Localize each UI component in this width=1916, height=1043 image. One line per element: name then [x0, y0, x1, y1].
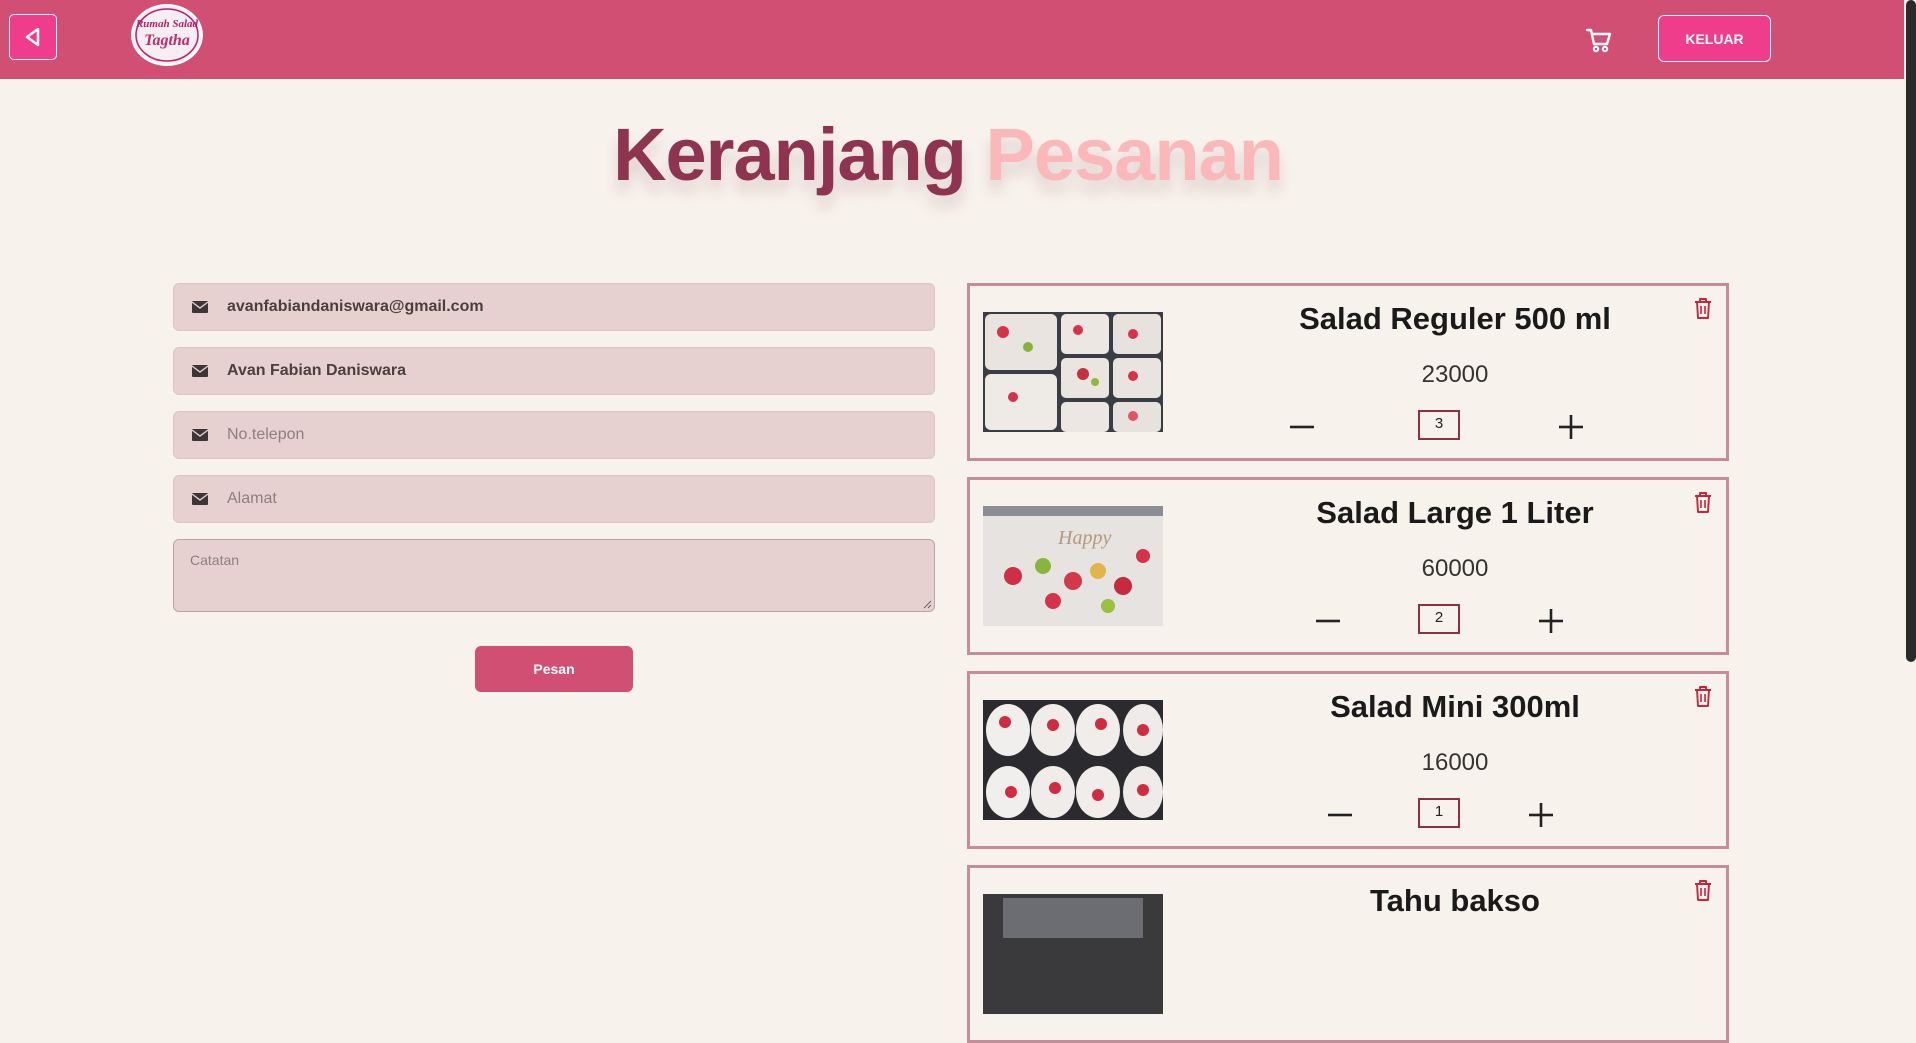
cart-icon[interactable] [1584, 25, 1614, 55]
quantity-field[interactable]: 2 [1418, 604, 1460, 634]
product-name: Salad Mini 300ml [1330, 689, 1580, 724]
product-image [983, 894, 1163, 1014]
top-navbar: Rumah Salad Tagtha KELUAR [0, 0, 1916, 79]
cart-item: Tahu bakso [967, 865, 1729, 1043]
envelope-icon [191, 301, 209, 313]
address-field[interactable]: Alamat [173, 475, 935, 523]
increase-qty-button[interactable] [1526, 800, 1556, 830]
page-title-accent: Pesanan [985, 113, 1284, 196]
name-value: Avan Fabian Daniswara [227, 362, 407, 379]
cart-item: Salad Reguler 500 ml 23000 3 [967, 283, 1729, 461]
cart-item: Salad Mini 300ml 16000 1 [967, 671, 1729, 849]
cart-item: Happy Salad Large 1 Liter 60000 2 [967, 477, 1729, 655]
quantity-field[interactable]: 3 [1418, 410, 1460, 440]
notes-placeholder: Catatan [190, 552, 240, 568]
decrease-qty-button[interactable] [1325, 800, 1355, 830]
envelope-icon [191, 493, 209, 505]
scrollbar-thumb[interactable] [1906, 0, 1916, 662]
resize-grip-icon[interactable] [922, 599, 932, 609]
decrease-qty-button[interactable] [1313, 606, 1343, 636]
product-price: 16000 [1421, 749, 1489, 776]
email-value: avanfabiandaniswara@gmail.com [227, 298, 484, 315]
product-name: Salad Reguler 500 ml [1299, 301, 1611, 336]
trash-icon[interactable] [1692, 878, 1714, 902]
product-price: 60000 [1421, 555, 1489, 582]
svg-text:Rumah Salad: Rumah Salad [135, 18, 199, 30]
notes-textarea[interactable]: Catatan [173, 539, 935, 612]
minus-icon [1328, 813, 1352, 817]
minus-icon [1316, 619, 1340, 623]
quantity-field[interactable]: 1 [1418, 798, 1460, 828]
minus-icon [1290, 425, 1314, 429]
email-field[interactable]: avanfabiandaniswara@gmail.com [173, 283, 935, 331]
page-title: Keranjang Pesanan [0, 112, 1896, 197]
product-image [983, 700, 1163, 820]
plus-icon [1559, 415, 1583, 439]
svg-text:Tagtha: Tagtha [144, 32, 190, 49]
plus-icon [1539, 609, 1563, 633]
name-field[interactable]: Avan Fabian Daniswara [173, 347, 935, 395]
address-placeholder: Alamat [227, 490, 277, 507]
page-title-primary: Keranjang [613, 113, 967, 196]
brand-logo[interactable]: Rumah Salad Tagtha [131, 4, 203, 66]
increase-qty-button[interactable] [1556, 412, 1586, 442]
logout-button[interactable]: KELUAR [1658, 15, 1771, 62]
decrease-qty-button[interactable] [1287, 412, 1317, 442]
product-image [983, 312, 1163, 432]
increase-qty-button[interactable] [1536, 606, 1566, 636]
plus-icon [1529, 803, 1553, 827]
product-name: Salad Large 1 Liter [1316, 495, 1594, 530]
phone-field[interactable]: No.telepon [173, 411, 935, 459]
trash-icon[interactable] [1692, 490, 1714, 514]
trash-icon[interactable] [1692, 296, 1714, 320]
product-image: Happy [983, 506, 1163, 626]
product-price: 23000 [1421, 361, 1489, 388]
svg-text:Happy: Happy [1057, 527, 1111, 549]
back-arrow-icon [25, 27, 40, 47]
trash-icon[interactable] [1692, 684, 1714, 708]
product-name: Tahu bakso [1370, 883, 1540, 918]
logo-mark: Rumah Salad Tagtha [135, 8, 199, 62]
envelope-icon [191, 429, 209, 441]
back-button[interactable] [9, 14, 57, 60]
envelope-icon [191, 365, 209, 377]
order-submit-button[interactable]: Pesan [475, 646, 633, 692]
phone-placeholder: No.telepon [227, 426, 305, 443]
